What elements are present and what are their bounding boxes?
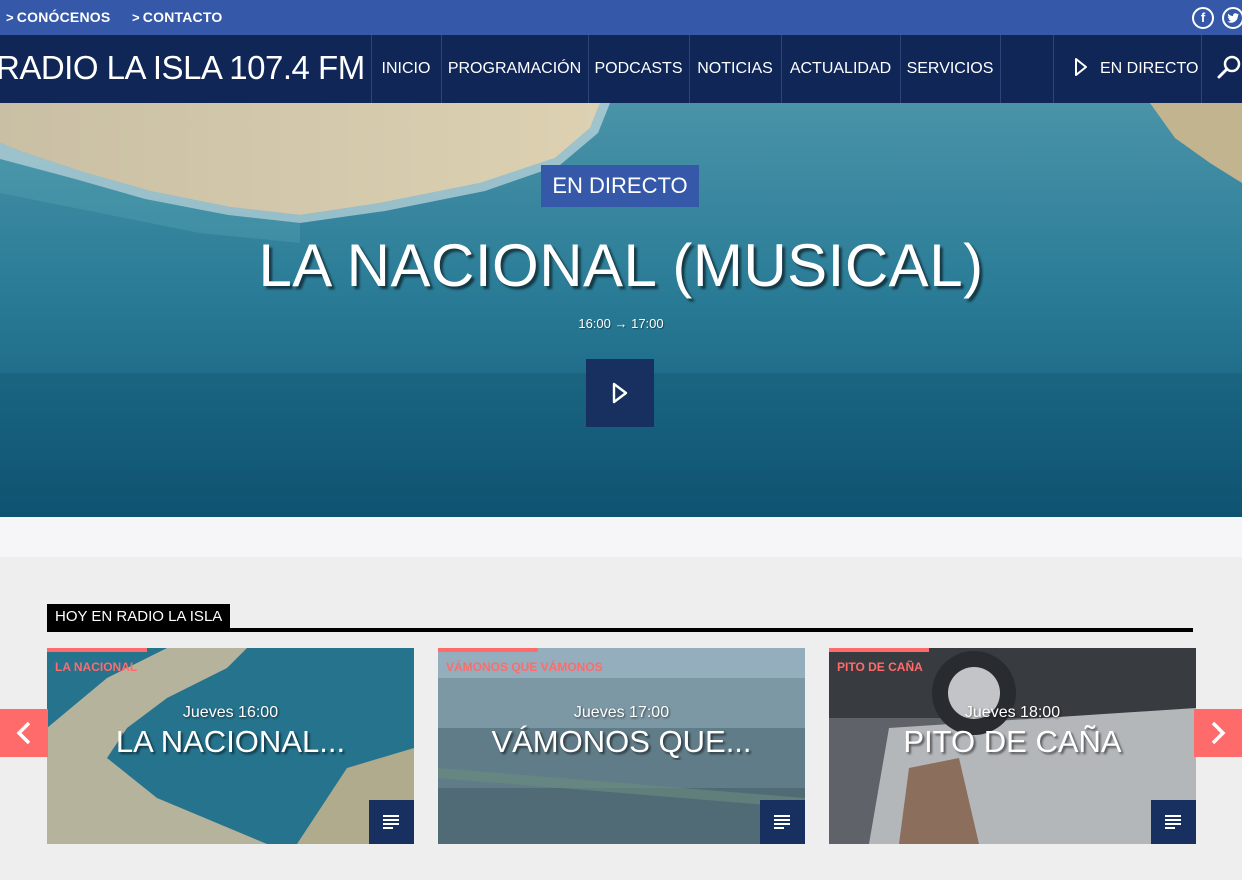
program-card-vamonos[interactable]: VÁMONOS QUE VÁMONOS Jueves 17:00 VÁMONOS… [438, 648, 805, 844]
card-info-button[interactable] [1151, 800, 1196, 844]
magnifier-shape [1217, 55, 1241, 79]
conocenos-link-label: CONÓCENOS [16, 9, 111, 25]
card-title[interactable]: VÁMONOS QUE... [438, 724, 805, 760]
nav-divider [1000, 35, 1001, 103]
top-bar: > CONÓCENOS > CONTACTO f [0, 0, 1242, 35]
carousel-next-button[interactable] [1194, 709, 1242, 757]
card-accent-bar [47, 648, 147, 652]
hero-time: 16:00 → 17:00 [578, 316, 664, 331]
hero-live-badge: EN DIRECTO [541, 165, 699, 207]
main-navbar: RADIO LA ISLA 107.4 FM INICIO PROGRAMACI… [0, 35, 1242, 103]
lines-icon [774, 815, 790, 829]
nav-item-podcasts[interactable]: PODCASTS [588, 35, 689, 103]
chevron-right-icon [1211, 721, 1226, 745]
twitter-bird-icon [1227, 13, 1240, 23]
lines-icon [1165, 815, 1181, 829]
hero-bottom-strip [0, 517, 1242, 557]
nav-item-servicios[interactable]: SERVICIOS [900, 35, 1000, 103]
play-icon [612, 382, 628, 404]
twitter-icon[interactable] [1222, 7, 1242, 29]
program-card-la-nacional[interactable]: LA NACIONAL Jueves 16:00 LA NACIONAL... [47, 648, 414, 844]
facebook-glyph: f [1200, 10, 1206, 25]
contacto-link-label: CONTACTO [142, 9, 223, 25]
nav-item-noticias[interactable]: NOTICIAS [689, 35, 781, 103]
carousel-prev-button[interactable] [0, 709, 48, 757]
section-title-underline [47, 628, 1193, 632]
nav-item-actualidad[interactable]: ACTUALIDAD [781, 35, 900, 103]
card-category[interactable]: VÁMONOS QUE VÁMONOS [446, 660, 603, 674]
card-info-button[interactable] [369, 800, 414, 844]
chevron-right-icon: > [132, 10, 140, 25]
hero-title: LA NACIONAL (MUSICAL) [258, 232, 984, 299]
card-day-time: Jueves 18:00 [964, 704, 1061, 721]
section-title: HOY EN RADIO LA ISLA [47, 604, 231, 630]
nav-divider [1201, 35, 1202, 103]
card-accent-bar [829, 648, 929, 652]
nav-item-inicio[interactable]: INICIO [371, 35, 441, 103]
card-category[interactable]: LA NACIONAL [55, 660, 137, 674]
chevron-left-icon [16, 721, 31, 745]
contacto-link[interactable]: > CONTACTO [132, 0, 222, 35]
card-day-time: Jueves 16:00 [182, 704, 279, 721]
program-card-pito-de-cana[interactable]: PITO DE CAÑA Jueves 18:00 PITO DE CAÑA [829, 648, 1196, 844]
hero-play-button[interactable] [586, 359, 654, 427]
card-accent-bar [438, 648, 538, 652]
en-directo-nav-label: EN DIRECTO [1100, 60, 1199, 77]
search-icon[interactable] [1214, 53, 1242, 83]
lines-icon [383, 815, 399, 829]
facebook-icon[interactable]: f [1192, 7, 1214, 29]
chevron-right-icon: > [6, 10, 14, 25]
card-day-time: Jueves 17:00 [573, 704, 670, 721]
nav-item-programacion[interactable]: PROGRAMACIÓN [441, 35, 588, 103]
card-info-button[interactable] [760, 800, 805, 844]
card-title[interactable]: PITO DE CAÑA [829, 724, 1196, 760]
site-brand[interactable]: RADIO LA ISLA 107.4 FM [0, 35, 365, 103]
card-title[interactable]: LA NACIONAL... [47, 724, 414, 760]
conocenos-link[interactable]: > CONÓCENOS [6, 0, 110, 35]
en-directo-nav-button[interactable]: EN DIRECTO [1054, 35, 1202, 103]
play-icon [1075, 58, 1087, 76]
card-category[interactable]: PITO DE CAÑA [837, 660, 923, 674]
hero-banner: EN DIRECTO LA NACIONAL (MUSICAL) 16:00 →… [0, 103, 1242, 517]
